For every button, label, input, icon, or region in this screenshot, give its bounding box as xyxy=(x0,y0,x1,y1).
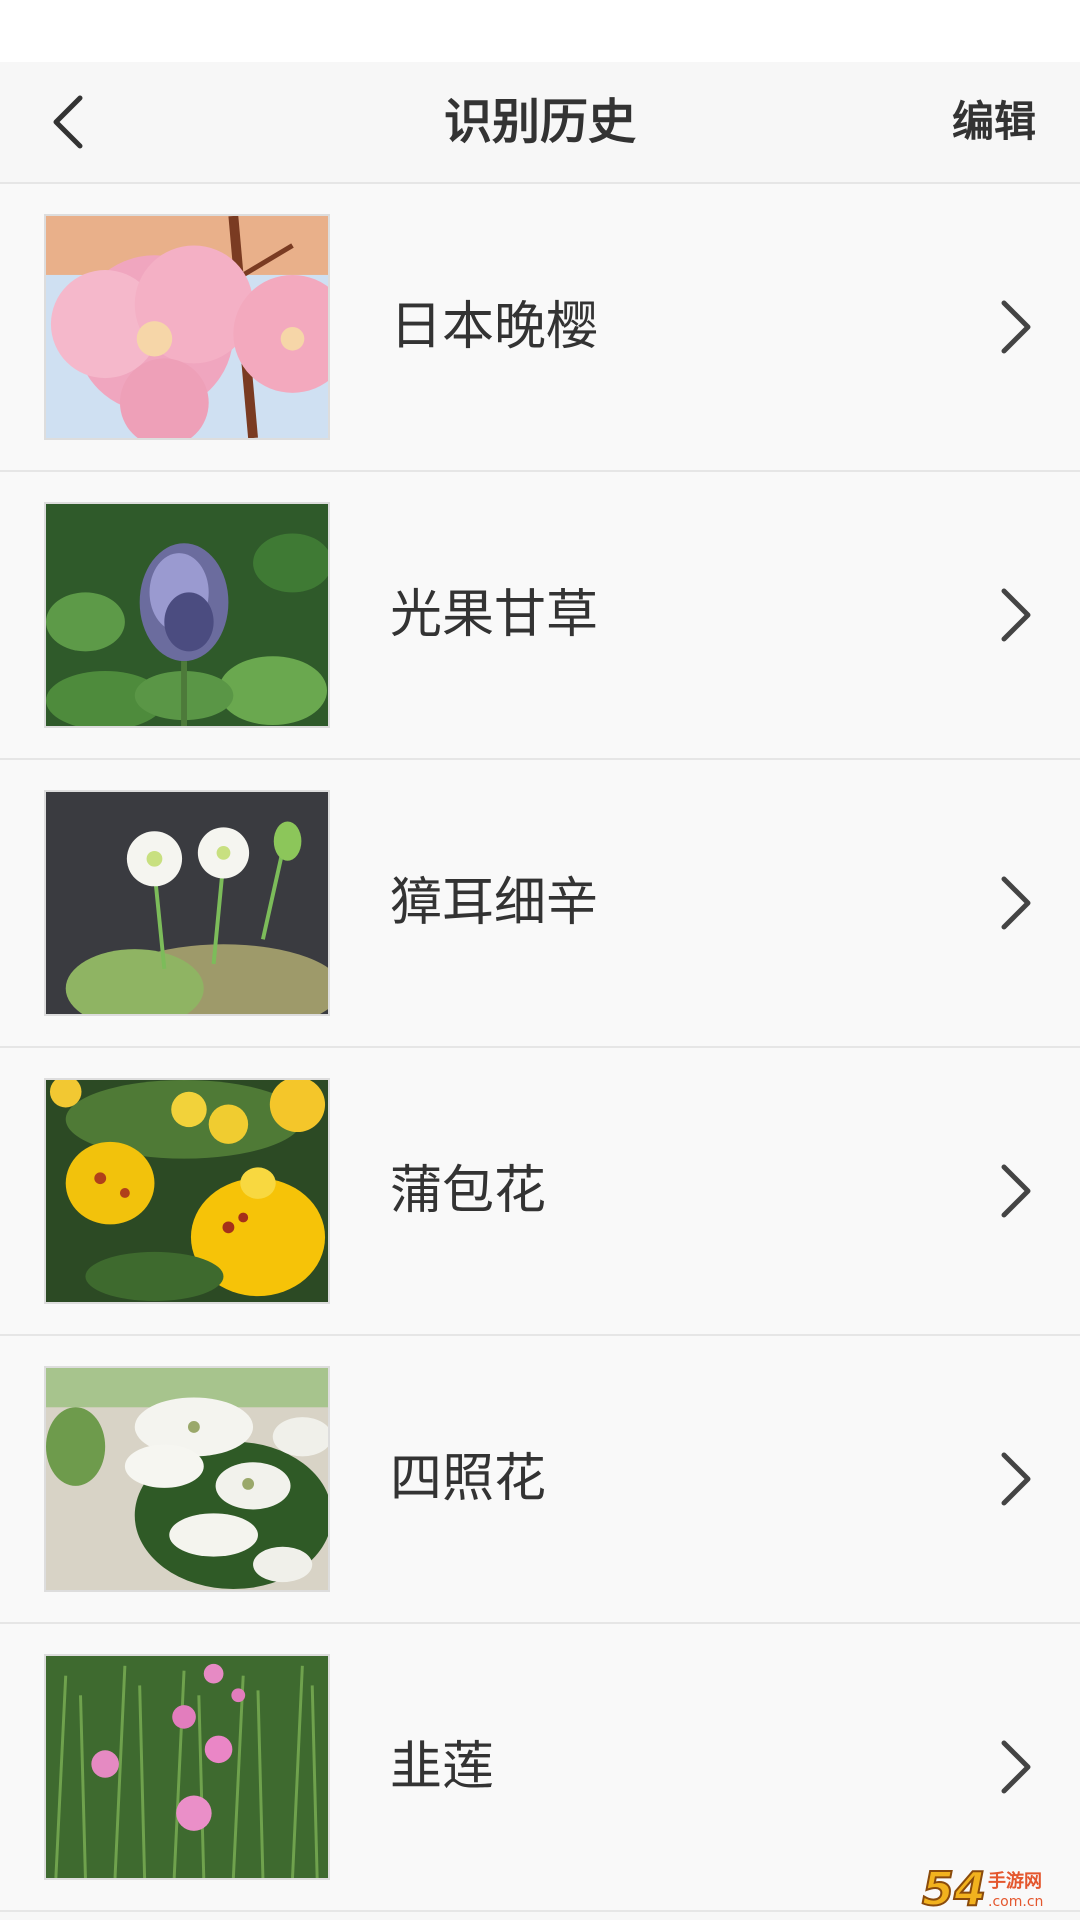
purple-licorice-flower-photo xyxy=(44,502,330,728)
yellow-calceolaria-flower-photo xyxy=(44,1078,330,1304)
pink-rain-lily-photo xyxy=(44,1654,330,1880)
list-item[interactable]: 蒲包花 xyxy=(0,1048,1080,1336)
item-name: 蒲包花 xyxy=(390,1161,547,1221)
chevron-right-icon xyxy=(1001,588,1031,642)
list-item[interactable]: 光果甘草 xyxy=(0,472,1080,760)
white-hepatica-flower-photo xyxy=(44,790,330,1016)
page-title: 识别历史 xyxy=(443,94,636,150)
back-button[interactable] xyxy=(30,84,106,160)
watermark-brand: 手游网 xyxy=(988,1871,1043,1892)
watermark-number: 54 xyxy=(921,1862,987,1916)
chevron-left-icon xyxy=(53,95,83,149)
chevron-right-icon xyxy=(1001,1452,1031,1506)
item-name: 獐耳细辛 xyxy=(390,873,599,933)
list-item[interactable]: 獐耳细辛 xyxy=(0,760,1080,1048)
watermark-url: .com.cn xyxy=(988,1894,1044,1910)
chevron-right-icon xyxy=(1001,876,1031,930)
history-list: 日本晚樱 光果甘草 獐耳细辛 蒲包花 四照花 韭莲 xyxy=(0,184,1080,1912)
item-name: 韭莲 xyxy=(390,1737,495,1797)
status-bar-area xyxy=(0,0,1080,62)
list-item[interactable]: 韭莲 xyxy=(0,1624,1080,1912)
chevron-right-icon xyxy=(1001,300,1031,354)
list-item[interactable]: 日本晚樱 xyxy=(0,184,1080,472)
chevron-right-icon xyxy=(1001,1164,1031,1218)
chevron-right-icon xyxy=(1001,1740,1031,1794)
site-watermark-logo: 54 手游网 .com.cn xyxy=(921,1862,1072,1916)
navigation-bar: 识别历史 编辑 xyxy=(0,62,1080,184)
white-dogwood-flower-photo xyxy=(44,1366,330,1592)
pink-cherry-blossom-photo xyxy=(44,214,330,440)
item-name: 光果甘草 xyxy=(390,585,599,645)
edit-button[interactable]: 编辑 xyxy=(952,62,1036,182)
item-name: 日本晚樱 xyxy=(390,297,599,357)
list-item[interactable]: 四照花 xyxy=(0,1336,1080,1624)
watermark-text: 手游网 .com.cn xyxy=(988,1872,1043,1912)
item-name: 四照花 xyxy=(390,1449,547,1509)
